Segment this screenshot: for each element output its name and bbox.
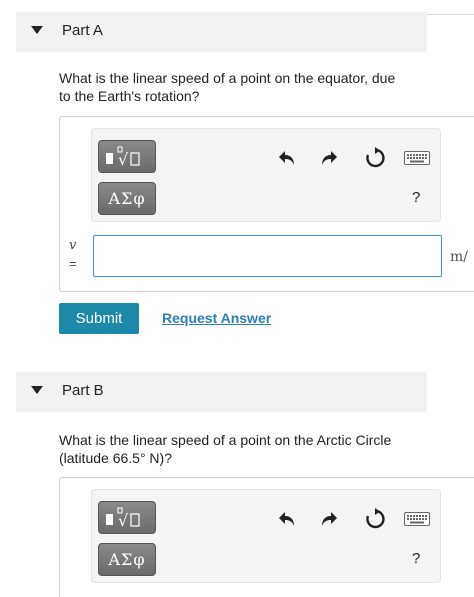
part-b-title: Part B [62,382,104,399]
submit-button[interactable]: Submit [59,303,139,334]
undo-icon[interactable] [276,147,298,169]
reset-icon[interactable] [363,507,387,531]
keyboard-icon[interactable] [404,149,430,167]
part-a-title: Part A [62,22,103,39]
request-answer-link[interactable]: Request Answer [162,310,271,326]
part-b-question: What is the linear speed of a point on t… [59,431,439,467]
part-a-question: What is the linear speed of a point on t… [59,69,439,105]
part-a-variable-label: v [69,238,77,253]
part-b-question-line-1: What is the linear speed of a point on t… [59,432,392,448]
part-b-greek-button[interactable]: ΑΣφ [98,543,156,576]
undo-icon[interactable] [276,508,298,530]
template-icon: √ [106,507,140,530]
svg-text:√: √ [118,150,129,169]
part-a-question-line-2: to the Earth's rotation? [59,88,200,104]
part-a-unit-label: m/ [450,249,468,265]
part-a-greek-button[interactable]: ΑΣφ [98,182,156,215]
part-a-answer-input[interactable] [93,235,442,277]
redo-icon[interactable] [318,147,340,169]
reset-icon[interactable] [363,146,387,170]
triangle-down-icon[interactable] [31,386,43,394]
keyboard-icon[interactable] [404,510,430,528]
part-b-math-toolbar: √ ΑΣφ ? [91,489,441,583]
redo-icon[interactable] [318,508,340,530]
part-b-help-button[interactable]: ? [412,550,420,567]
part-a-template-button[interactable]: √ [98,140,156,173]
part-a-help-button[interactable]: ? [412,189,420,206]
part-a-question-line-1: What is the linear speed of a point on t… [59,70,396,86]
part-b-question-line-2: (latitude 66.5° N)? [59,450,172,466]
part-a-math-toolbar: √ ΑΣφ ? [91,128,441,222]
part-b-header[interactable]: Part B [16,372,427,412]
top-divider [424,14,474,15]
triangle-down-icon[interactable] [31,26,43,34]
template-icon: √ [106,146,140,169]
svg-text:√: √ [118,511,129,530]
part-b-template-button[interactable]: √ [98,501,156,534]
part-a-equals-label: = [69,256,77,271]
part-a-header[interactable]: Part A [16,12,427,52]
